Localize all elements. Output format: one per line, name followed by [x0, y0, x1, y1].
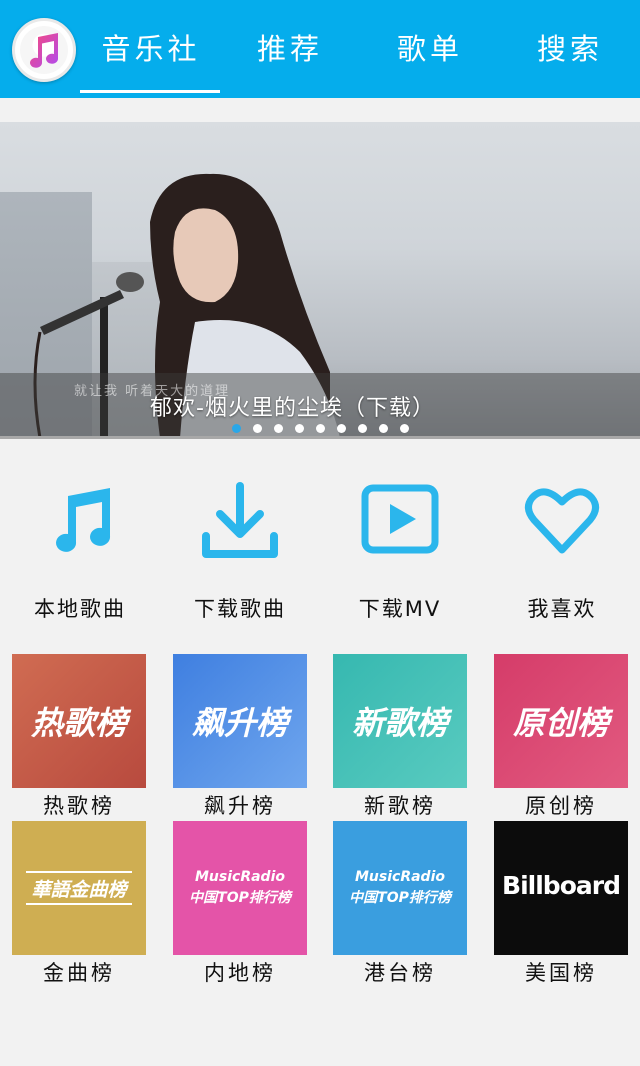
tab-music-club[interactable]: 音乐社 [96, 26, 206, 70]
carousel-dot[interactable] [232, 424, 241, 433]
download-icon [202, 482, 278, 558]
local-songs-label: 本地歌曲 [34, 597, 126, 621]
rank-tile-hk-tw[interactable]: MusicRadio 中国TOP排行榜 [333, 821, 467, 955]
rank-label-original: 原创榜 [525, 794, 597, 818]
tile-text: 飙升榜 [191, 704, 288, 742]
downloaded-songs-button[interactable]: 下载歌曲 [160, 480, 320, 621]
tile-text: Billboard [502, 871, 621, 900]
play-icon [361, 484, 439, 554]
music-note-icon [56, 488, 111, 552]
tab-playlists[interactable]: 歌单 [378, 26, 482, 70]
carousel-dot[interactable] [295, 424, 304, 433]
downloaded-mv-label: 下载MV [358, 597, 442, 621]
heart-icon [525, 488, 599, 554]
rank-tile-us[interactable]: Billboard [494, 821, 628, 955]
rank-tile-hot[interactable]: 热歌榜 [12, 654, 146, 788]
banner-title[interactable]: 郁欢-烟火里的尘埃（下载） [150, 390, 435, 422]
rank-label-rising: 飙升榜 [204, 794, 276, 818]
carousel-dots [232, 424, 409, 436]
downloaded-songs-label: 下载歌曲 [194, 597, 286, 621]
tile-text: 热歌榜 [30, 704, 127, 742]
tile-text-bottom: 中国TOP排行榜 [349, 890, 451, 906]
rank-tile-new[interactable]: 新歌榜 [333, 654, 467, 788]
tab-search[interactable]: 搜索 [518, 26, 622, 70]
tile-text: 華語金曲榜 [31, 879, 127, 901]
carousel-dot[interactable] [316, 424, 325, 433]
rank-label-mainland: 内地榜 [204, 961, 276, 985]
carousel-dot[interactable] [253, 424, 262, 433]
carousel-dot[interactable] [400, 424, 409, 433]
tile-text: 新歌榜 [351, 704, 448, 742]
rank-label-us: 美国榜 [525, 961, 597, 985]
carousel-dot[interactable] [379, 424, 388, 433]
active-tab-indicator [80, 90, 220, 93]
rank-tile-mainland[interactable]: MusicRadio 中国TOP排行榜 [173, 821, 307, 955]
music-note-logo-icon [30, 33, 58, 68]
tab-recommend[interactable]: 推荐 [238, 26, 342, 70]
rank-label-new: 新歌榜 [364, 794, 436, 818]
rank-label-hk-tw: 港台榜 [364, 961, 436, 985]
tile-text-bottom: 中国TOP排行榜 [189, 890, 291, 906]
rank-label-golden: 金曲榜 [43, 961, 115, 985]
favorites-label: 我喜欢 [527, 597, 597, 621]
favorites-button[interactable]: 我喜欢 [482, 480, 640, 621]
tile-text: 原创榜 [512, 704, 609, 742]
top-app-bar: 音乐社 推荐 歌单 搜索 [0, 0, 640, 98]
carousel-dot[interactable] [358, 424, 367, 433]
downloaded-mv-button[interactable]: 下载MV [320, 480, 480, 621]
carousel-dot[interactable] [337, 424, 346, 433]
tile-text-top: MusicRadio [355, 869, 445, 885]
banner-divider [0, 436, 640, 439]
tile-text-top: MusicRadio [195, 869, 285, 885]
rank-tile-golden[interactable]: 華語金曲榜 [12, 821, 146, 955]
app-logo[interactable] [12, 18, 76, 82]
rank-tile-original[interactable]: 原创榜 [494, 654, 628, 788]
rank-tile-rising[interactable]: 飙升榜 [173, 654, 307, 788]
carousel-dot[interactable] [274, 424, 283, 433]
rank-label-hot: 热歌榜 [43, 794, 115, 818]
banner-carousel[interactable]: 就让我 听着天大的道理 郁欢-烟火里的尘埃（下载） [0, 122, 640, 438]
local-songs-button[interactable]: 本地歌曲 [0, 480, 160, 621]
